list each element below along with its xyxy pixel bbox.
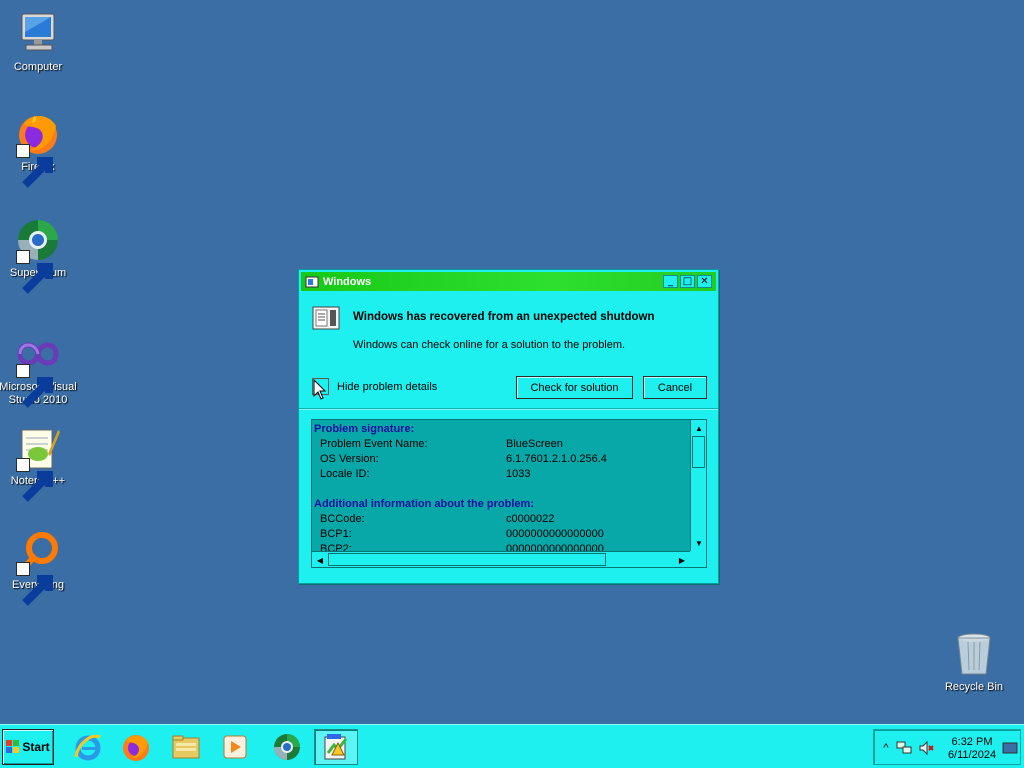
maximize-button[interactable]: □ xyxy=(680,275,695,288)
clock-date: 6/11/2024 xyxy=(947,749,997,761)
notepadpp-icon xyxy=(14,424,62,502)
additional-info-title: Additional information about the problem… xyxy=(314,498,534,510)
network-icon[interactable] xyxy=(896,740,912,756)
show-desktop-icon[interactable] xyxy=(1002,740,1018,756)
detail-key: OS Version: xyxy=(320,453,379,465)
desktop-icon-firefox[interactable]: Firefox xyxy=(0,110,80,188)
taskbar: Start ^ 6:32 PM 6/11/2024 xyxy=(0,724,1024,768)
vertical-scrollbar[interactable]: ▲ ▼ xyxy=(690,420,706,551)
firefox-icon xyxy=(14,110,62,188)
desktop-icon-visual-studio[interactable]: Microsoft Visual Studio 2010 xyxy=(0,330,80,408)
detail-row: Locale ID: 1033 xyxy=(314,467,690,482)
taskbar-problem-reports[interactable] xyxy=(314,729,358,765)
volume-muted-icon[interactable] xyxy=(918,740,934,756)
hide-details-label[interactable]: Hide problem details xyxy=(337,381,437,393)
detail-row: OS Version: 6.1.7601.2.1.0.256.4 xyxy=(314,452,690,467)
desktop-icon-notepadpp[interactable]: Notepad++ xyxy=(0,424,80,502)
detail-row: BCP2: 0000000000000000 xyxy=(314,542,690,551)
start-button[interactable]: Start xyxy=(2,729,54,765)
taskbar-supermium[interactable] xyxy=(265,729,309,765)
firefox-icon xyxy=(123,735,149,761)
system-tray: ^ 6:32 PM 6/11/2024 xyxy=(873,729,1021,765)
close-button[interactable]: ✕ xyxy=(697,275,712,288)
scrollbar-corner xyxy=(690,551,706,567)
taskbar-internet-explorer[interactable] xyxy=(66,729,110,765)
problem-report-icon xyxy=(312,306,340,330)
detail-value: 6.1.7601.2.1.0.256.4 xyxy=(506,453,607,465)
scroll-right-arrow-icon[interactable]: ▶ xyxy=(674,552,690,567)
shortcut-arrow-icon xyxy=(16,364,53,408)
dialog-subtext: Windows can check online for a solution … xyxy=(353,339,626,351)
shortcut-arrow-icon xyxy=(16,250,53,294)
visual-studio-icon xyxy=(14,330,62,408)
everything-icon xyxy=(14,528,62,606)
cancel-button[interactable]: Cancel xyxy=(643,376,707,399)
detail-value: 1033 xyxy=(506,468,531,480)
file-explorer-icon xyxy=(172,735,200,759)
windows-logo-icon xyxy=(6,740,20,753)
shortcut-arrow-icon xyxy=(16,458,53,502)
clock-time: 6:32 PM xyxy=(951,736,993,748)
desktop-icon-recycle-bin[interactable]: Recycle Bin xyxy=(932,630,1016,694)
problem-details-box[interactable]: Problem signature: Problem Event Name: B… xyxy=(311,419,707,568)
desktop-icon-label: Recycle Bin xyxy=(944,681,1004,693)
minimize-button[interactable]: _ xyxy=(663,275,678,288)
check-for-solution-button[interactable]: Check for solution xyxy=(516,376,633,399)
mouse-cursor-icon xyxy=(313,379,327,400)
shortcut-arrow-icon xyxy=(16,144,53,188)
supermium-icon xyxy=(14,216,62,294)
scroll-up-arrow-icon[interactable]: ▲ xyxy=(691,420,706,436)
detail-value: BlueScreen xyxy=(506,438,563,450)
detail-row: BCP1: 0000000000000000 xyxy=(314,527,690,542)
scroll-down-arrow-icon[interactable]: ▼ xyxy=(691,535,706,551)
separator xyxy=(299,408,718,410)
taskbar-media-player[interactable] xyxy=(213,729,257,765)
hide-details-toggle[interactable]: Hide problem details xyxy=(312,378,437,395)
internet-explorer-icon xyxy=(74,734,101,761)
detail-value: 0000000000000000 xyxy=(506,528,604,540)
detail-key: BCP2: xyxy=(320,543,352,551)
problem-signature-title: Problem signature: xyxy=(314,423,415,435)
horizontal-scroll-thumb[interactable] xyxy=(328,553,606,566)
supermium-icon xyxy=(274,734,300,760)
dialog-heading: Windows has recovered from an unexpected… xyxy=(353,311,655,323)
detail-key: BCCode: xyxy=(320,513,365,525)
problem-details-content: Problem signature: Problem Event Name: B… xyxy=(312,420,690,551)
window-app-icon xyxy=(305,276,319,287)
recycle-bin-icon xyxy=(950,630,998,678)
dialog-titlebar[interactable]: Windows _ □ ✕ xyxy=(301,272,716,291)
show-hidden-icons-button[interactable]: ^ xyxy=(878,740,894,756)
taskbar-file-explorer[interactable] xyxy=(164,729,208,765)
problem-reports-icon xyxy=(324,734,348,760)
detail-row: BCCode: c0000022 xyxy=(314,512,690,527)
taskbar-firefox[interactable] xyxy=(114,729,158,765)
detail-value: 0000000000000000 xyxy=(506,543,604,551)
dialog-title: Windows xyxy=(323,275,372,288)
vertical-scroll-thumb[interactable] xyxy=(692,436,705,468)
start-label: Start xyxy=(22,740,50,754)
media-player-icon xyxy=(223,735,247,759)
scroll-left-arrow-icon[interactable]: ◀ xyxy=(312,552,328,567)
detail-row: Problem Event Name: BlueScreen xyxy=(314,437,690,452)
taskbar-clock[interactable]: 6:32 PM 6/11/2024 xyxy=(944,736,1000,762)
horizontal-scrollbar[interactable]: ◀ ▶ xyxy=(312,551,690,567)
computer-icon xyxy=(14,10,62,58)
shortcut-arrow-icon xyxy=(16,562,53,606)
desktop-icon-everything[interactable]: Everything xyxy=(0,528,80,606)
desktop-icon-computer[interactable]: Computer xyxy=(0,10,80,74)
desktop-icon-supermium[interactable]: Supermium xyxy=(0,216,80,294)
detail-key: Problem Event Name: xyxy=(320,438,428,450)
problem-report-dialog: Windows _ □ ✕ Windows has recovered from… xyxy=(298,269,719,584)
desktop-icon-label: Computer xyxy=(13,61,63,73)
detail-value: c0000022 xyxy=(506,513,555,525)
detail-key: Locale ID: xyxy=(320,468,370,480)
detail-key: BCP1: xyxy=(320,528,352,540)
